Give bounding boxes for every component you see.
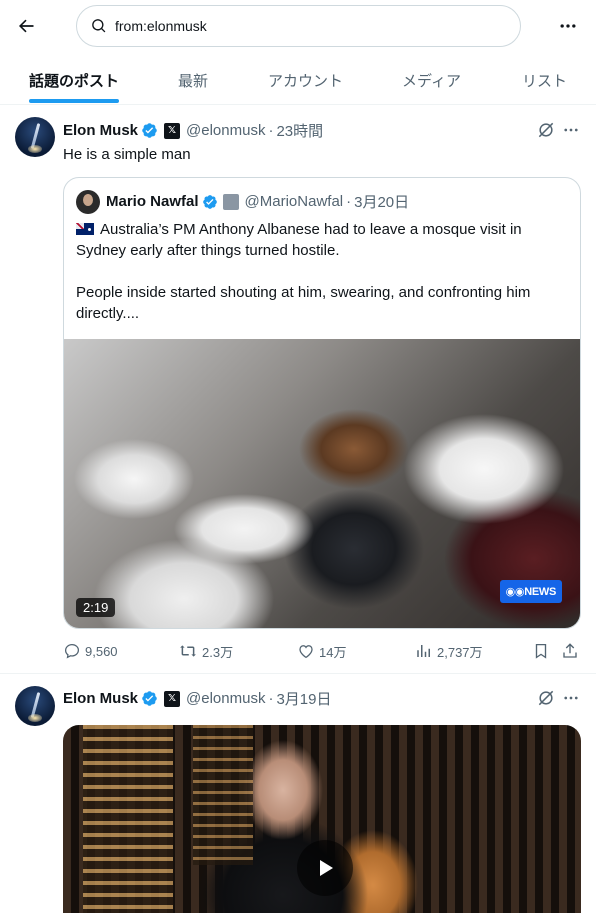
heart-icon — [299, 645, 313, 659]
grok-icon[interactable] — [536, 688, 556, 708]
x-affiliation-icon: 𝕏 — [164, 690, 181, 707]
avatar[interactable] — [15, 686, 55, 726]
views-chart-icon — [417, 645, 430, 657]
quoted-header: Mario Nawfal @MarioNawfal · 3月20日 — [106, 191, 409, 212]
views-button[interactable]: 2,737万 — [415, 638, 483, 664]
tab-latest[interactable]: 最新 — [178, 55, 208, 105]
repost-count: 2.3万 — [202, 644, 234, 660]
video-duration: 2:19 — [76, 598, 116, 617]
timestamp[interactable]: 3月19日 — [276, 688, 331, 709]
abc-news-logo: ◉◉NEWS — [499, 580, 562, 603]
repost-button[interactable]: 2.3万 — [178, 638, 233, 664]
bookmark-icon — [535, 643, 547, 659]
arrow-left-icon — [19, 19, 34, 33]
verified-badge-icon — [141, 122, 158, 139]
search-box[interactable] — [76, 5, 521, 47]
repost-icon — [180, 645, 196, 657]
quoted-text-paragraph-2: People inside started shouting at him, s… — [76, 284, 531, 322]
affiliation-badge-icon — [222, 193, 239, 210]
reply-count: 9,560 — [85, 643, 118, 659]
dot-separator: · — [268, 690, 274, 707]
active-tab-indicator — [29, 99, 119, 103]
dot-separator: · — [268, 122, 274, 139]
bookmark-button[interactable] — [532, 638, 554, 664]
reply-icon — [64, 643, 80, 659]
author-handle: @elonmusk — [186, 122, 266, 139]
back-button[interactable] — [10, 10, 42, 42]
tab-lists[interactable]: リスト — [522, 55, 567, 105]
quoted-avatar[interactable] — [76, 190, 100, 214]
tweet-text: He is a simple man — [63, 146, 191, 163]
more-icon — [560, 24, 576, 28]
tab-top[interactable]: 話題のポスト — [29, 55, 119, 105]
play-button[interactable] — [297, 840, 353, 896]
x-affiliation-icon: 𝕏 — [164, 122, 181, 139]
video-frame-detail — [193, 725, 253, 865]
share-icon — [563, 643, 577, 658]
video-player[interactable]: 2:19 ◉◉NEWS — [64, 339, 580, 628]
like-count: 14万 — [319, 644, 347, 660]
view-count: 2,737万 — [437, 644, 483, 660]
quoted-text: Australia’s PM Anthony Albanese had to l… — [76, 219, 570, 345]
author-name[interactable]: Elon Musk — [63, 122, 138, 139]
quoted-author-name: Mario Nawfal — [106, 193, 199, 210]
verified-badge-icon — [141, 690, 158, 707]
video-frame-detail — [83, 725, 173, 913]
avatar[interactable] — [15, 117, 55, 157]
tweet[interactable]: Elon Musk 𝕏 @elonmusk · 23時間 He is a sim… — [0, 106, 596, 673]
quoted-tweet[interactable]: Mario Nawfal @MarioNawfal · 3月20日 Austra… — [63, 177, 581, 629]
more-options-button[interactable] — [552, 10, 584, 42]
dot-separator: · — [346, 193, 352, 210]
tweet-more-button[interactable] — [561, 120, 581, 140]
search-icon — [92, 19, 106, 33]
search-input[interactable] — [115, 18, 495, 34]
quoted-author-handle: @MarioNawfal — [244, 193, 344, 210]
grok-icon[interactable] — [536, 120, 556, 140]
abc-icon: ◉◉ — [505, 586, 525, 598]
tweet-header: Elon Musk 𝕏 @elonmusk · 3月19日 — [63, 688, 331, 709]
timestamp[interactable]: 23時間 — [276, 120, 323, 141]
tweet-actions: 9,560 2.3万 14万 2,737万 — [63, 638, 583, 664]
reply-button[interactable]: 9,560 — [63, 638, 118, 664]
video-player[interactable] — [63, 725, 581, 913]
like-button[interactable]: 14万 — [297, 638, 346, 664]
tab-accounts[interactable]: アカウント — [268, 55, 343, 105]
author-handle: @elonmusk — [186, 690, 266, 707]
quoted-timestamp: 3月20日 — [354, 194, 410, 211]
more-icon — [564, 128, 578, 132]
verified-badge-icon — [202, 194, 218, 210]
australia-flag-icon — [76, 223, 94, 235]
share-button[interactable] — [561, 638, 583, 664]
tweet-header: Elon Musk 𝕏 @elonmusk · 23時間 — [63, 120, 323, 141]
top-bar — [0, 0, 596, 52]
author-name[interactable]: Elon Musk — [63, 690, 138, 707]
more-icon — [564, 696, 578, 700]
search-tabs: 話題のポスト 最新 アカウント メディア リスト — [0, 55, 596, 105]
tweet-more-button[interactable] — [561, 688, 581, 708]
quoted-text-paragraph-1: Australia’s PM Anthony Albanese had to l… — [76, 221, 522, 259]
play-icon — [320, 860, 333, 876]
tab-media[interactable]: メディア — [402, 55, 461, 105]
